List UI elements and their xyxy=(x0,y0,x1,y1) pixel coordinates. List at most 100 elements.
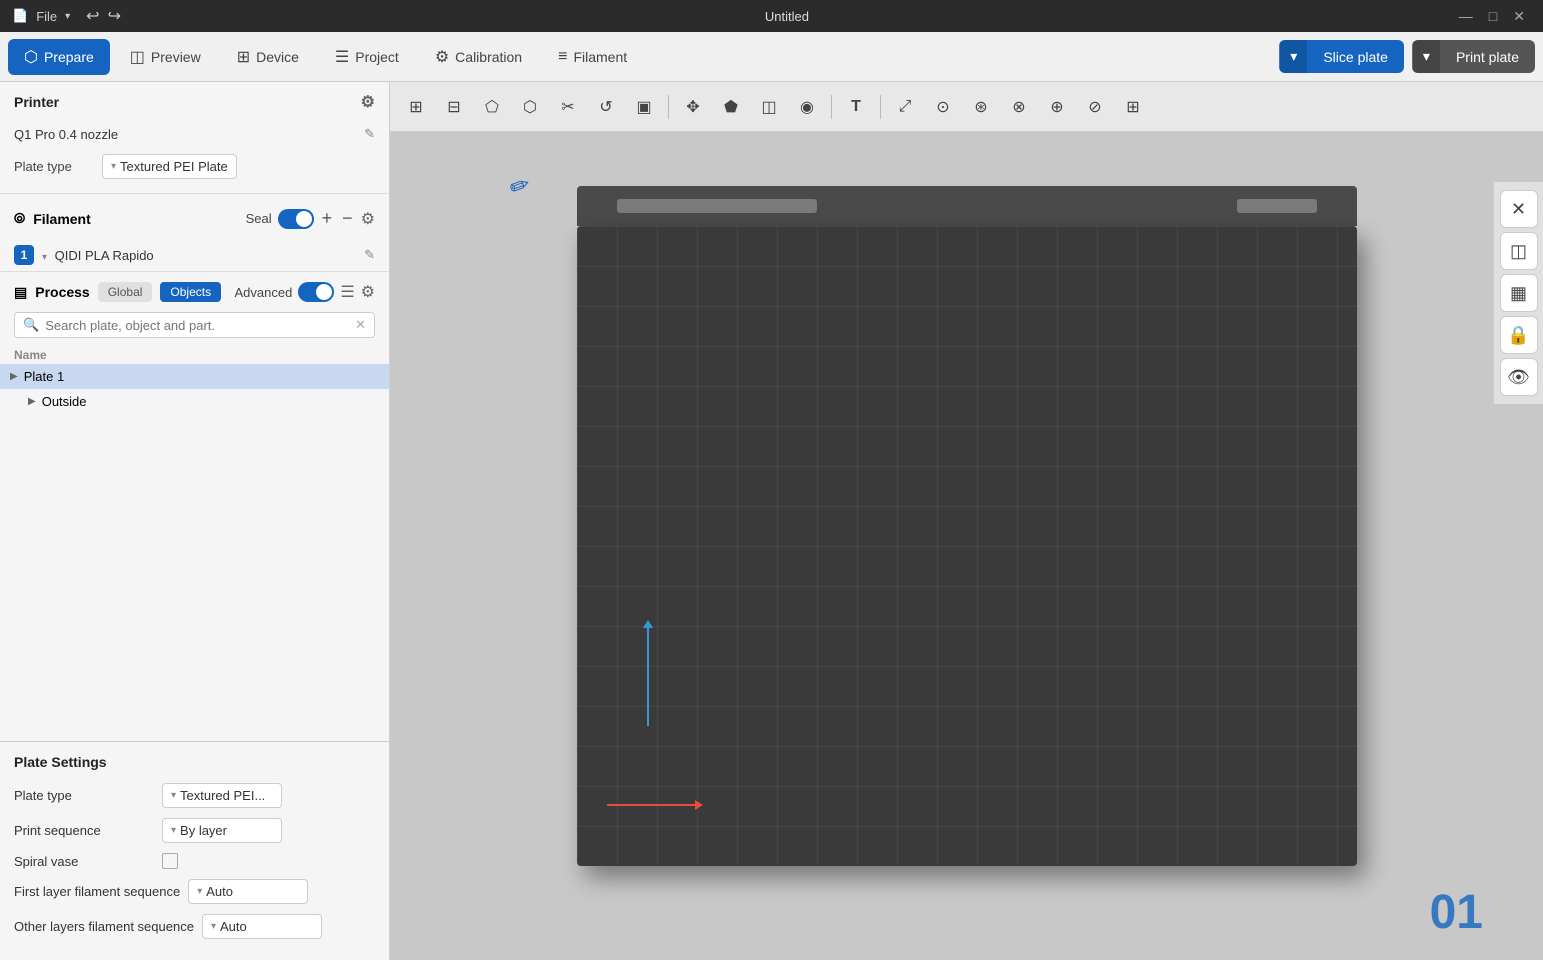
search-clear-icon[interactable]: ✕ xyxy=(355,317,366,333)
setting-spiral-vase-label: Spiral vase xyxy=(14,854,154,869)
spiral-vase-checkbox[interactable] xyxy=(162,853,178,869)
toolbar-more-5[interactable]: ⊘ xyxy=(1077,89,1113,125)
toolbar-divider-3 xyxy=(880,95,881,119)
rs-info-button[interactable]: ▦ xyxy=(1500,274,1538,312)
tab-objects-button[interactable]: Objects xyxy=(160,282,221,302)
rs-eye-button[interactable]: 👁 xyxy=(1500,358,1538,396)
setting-plate-type-label: Plate type xyxy=(14,788,154,803)
plate1-chevron: ▶ xyxy=(10,371,18,382)
canvas-area[interactable]: ✏ xyxy=(390,132,1543,960)
toolbar-seam[interactable]: ◉ xyxy=(789,89,825,125)
undo-icon[interactable]: ↩ xyxy=(86,6,99,26)
print-arrow[interactable]: ▾ xyxy=(1412,40,1440,73)
tab-device[interactable]: ⊞ Device xyxy=(221,39,315,75)
search-bar: 🔍 ✕ xyxy=(14,312,375,338)
filament-name-label[interactable]: QIDI PLA Rapido xyxy=(55,248,154,263)
axis-x xyxy=(607,804,697,806)
plate-type-select[interactable]: ▾ Textured PEI Plate xyxy=(102,154,237,179)
print-sequence-dropdown[interactable]: ▾ By layer xyxy=(162,818,282,843)
tree-item-outside[interactable]: ▶ Outside xyxy=(0,389,389,414)
filament-settings-icon[interactable]: ⚙ xyxy=(361,209,375,229)
other-layers-dropdown[interactable]: ▾ Auto xyxy=(202,914,322,939)
toolbar-more-3[interactable]: ⊗ xyxy=(1001,89,1037,125)
filament-remove-button[interactable]: − xyxy=(340,208,355,229)
plate-type-dropdown[interactable]: ▾ Textured PEI... xyxy=(162,783,282,808)
tab-global-button[interactable]: Global xyxy=(98,282,153,302)
setting-other-layers-label: Other layers filament sequence xyxy=(14,919,194,934)
first-layer-dropdown[interactable]: ▾ Auto xyxy=(188,879,308,904)
toolbar-grid[interactable]: ⊟ xyxy=(436,89,472,125)
filament-spool-icon: ⦾ xyxy=(14,210,25,227)
close-button[interactable]: ✕ xyxy=(1507,6,1531,27)
preview-icon: ◫ xyxy=(130,47,145,67)
first-layer-value: Auto xyxy=(206,884,233,899)
setting-plate-type: Plate type ▾ Textured PEI... xyxy=(0,778,389,813)
rs-layers-button[interactable]: ◫ xyxy=(1500,232,1538,270)
rs-lock-button[interactable]: 🔒 xyxy=(1500,316,1538,354)
toolbar-shapes[interactable]: ⬠ xyxy=(474,89,510,125)
tree-item-plate1[interactable]: ▶ Plate 1 xyxy=(0,364,389,389)
setting-first-layer-label: First layer filament sequence xyxy=(14,884,180,899)
axis-x-arrow xyxy=(695,800,703,810)
minimize-button[interactable]: — xyxy=(1453,6,1479,27)
toolbar-orient[interactable]: ↺ xyxy=(588,89,624,125)
outside-label: Outside xyxy=(42,394,87,409)
calibration-icon: ⚙ xyxy=(435,47,449,67)
tab-preview[interactable]: ◫ Preview xyxy=(114,39,217,75)
printer-settings-icon[interactable]: ⚙ xyxy=(361,92,375,112)
toolbar-paint[interactable]: ⬟ xyxy=(713,89,749,125)
list-icon[interactable]: ☰ xyxy=(340,282,354,302)
tab-calibration[interactable]: ⚙ Calibration xyxy=(419,39,538,75)
toolbar-more-6[interactable]: ⊞ xyxy=(1115,89,1151,125)
file-menu-arrow[interactable]: ▾ xyxy=(65,11,70,22)
filament-edit-icon[interactable]: ✎ xyxy=(364,247,375,263)
pen-icon: ✏ xyxy=(506,169,535,203)
tab-prepare[interactable]: ⬡ Prepare xyxy=(8,39,110,75)
toolbar-divider-2 xyxy=(831,95,832,119)
slice-btn-label: Slice plate xyxy=(1307,41,1404,73)
printer-name-text: Q1 Pro 0.4 nozzle xyxy=(14,127,118,142)
toolbar-scale[interactable]: ⤢ xyxy=(887,89,923,125)
page-number: 01 xyxy=(1430,885,1483,940)
advanced-toggle[interactable] xyxy=(298,282,334,302)
seal-toggle[interactable] xyxy=(278,209,314,229)
maximize-button[interactable]: □ xyxy=(1483,6,1503,27)
filament-arrow: ▾ xyxy=(42,252,47,263)
filament-add-button[interactable]: + xyxy=(320,208,335,229)
toolbar-arrange[interactable]: ▣ xyxy=(626,89,662,125)
rs-close-button[interactable]: ✕ xyxy=(1500,190,1538,228)
device-icon: ⊞ xyxy=(237,47,250,67)
tab-filament[interactable]: ≡ Filament xyxy=(542,40,643,74)
print-bed-top xyxy=(577,186,1357,226)
slice-arrow[interactable]: ▾ xyxy=(1279,40,1307,73)
divider-1 xyxy=(0,193,389,194)
printer-edit-icon[interactable]: ✎ xyxy=(364,126,375,142)
printer-name-row: Q1 Pro 0.4 nozzle ✎ xyxy=(0,122,389,148)
toolbar-add-bed[interactable]: ⊞ xyxy=(398,89,434,125)
toolbar-text[interactable]: T xyxy=(838,89,874,125)
plate-type-row: Plate type ▾ Textured PEI Plate xyxy=(0,148,389,189)
advanced-label: Advanced xyxy=(234,285,292,300)
toolbar-more-1[interactable]: ⊙ xyxy=(925,89,961,125)
toolbar-more-4[interactable]: ⊕ xyxy=(1039,89,1075,125)
toolbar-support[interactable]: ◫ xyxy=(751,89,787,125)
process-label: Process xyxy=(35,284,89,300)
tab-project[interactable]: ☰ Project xyxy=(319,39,415,75)
tab-prepare-label: Prepare xyxy=(44,49,94,65)
tab-calibration-label: Calibration xyxy=(455,49,522,65)
file-icon: 📄 xyxy=(12,8,28,24)
toolbar-more-2[interactable]: ⊛ xyxy=(963,89,999,125)
toolbar-slices[interactable]: ⬡ xyxy=(512,89,548,125)
search-input[interactable] xyxy=(45,318,349,333)
setting-print-sequence: Print sequence ▾ By layer xyxy=(0,813,389,848)
slice-plate-button[interactable]: ▾ Slice plate xyxy=(1279,40,1404,73)
plate-type-dropdown-arrow: ▾ xyxy=(171,790,176,801)
plate-type-label: Plate type xyxy=(14,159,94,174)
toolbar-move[interactable]: ✥ xyxy=(675,89,711,125)
file-menu-label[interactable]: File xyxy=(36,9,57,24)
settings-icon[interactable]: ⚙ xyxy=(361,282,375,302)
print-plate-button[interactable]: ▾ Print plate xyxy=(1412,40,1535,73)
redo-icon[interactable]: ↪ xyxy=(108,6,121,26)
toolbar-cut[interactable]: ✂ xyxy=(550,89,586,125)
tab-preview-label: Preview xyxy=(151,49,201,65)
